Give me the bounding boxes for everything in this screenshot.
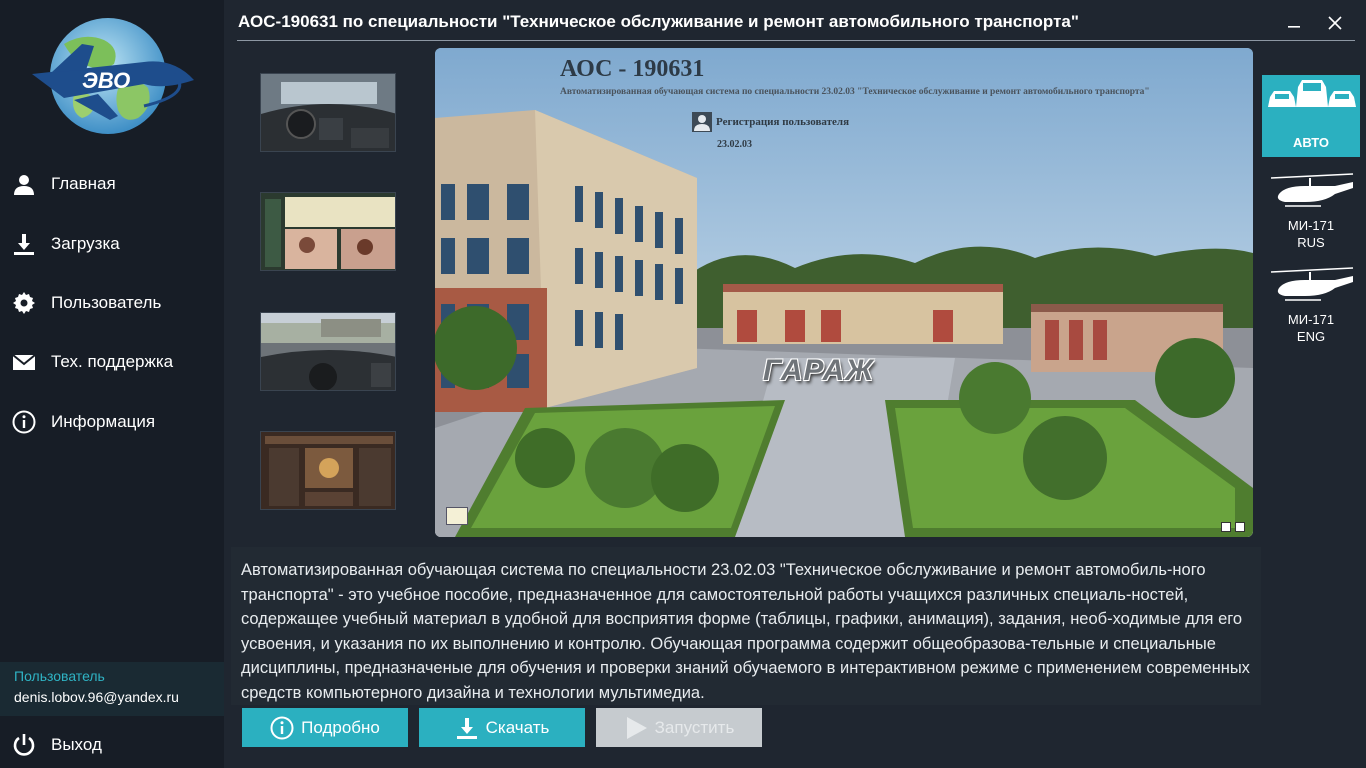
logout-label: Выход xyxy=(51,735,102,754)
user-icon xyxy=(11,171,37,197)
register-icon xyxy=(692,112,712,132)
minimize-icon xyxy=(1288,26,1300,28)
category-mi171-eng[interactable]: МИ-171 ENG xyxy=(1262,266,1360,346)
info-icon xyxy=(270,716,294,740)
preview-image: АОС - 190631 Автоматизированная обучающа… xyxy=(435,48,1253,537)
thumbnail-car-interior[interactable] xyxy=(260,73,396,152)
garage-label: ГАРАЖ xyxy=(763,354,875,387)
info-icon xyxy=(11,409,37,435)
preview-title: АОС - 190631 xyxy=(560,56,705,82)
preview-code: 23.02.03 xyxy=(717,139,752,150)
minimize-button[interactable] xyxy=(1283,12,1305,34)
nav-item-label: Тех. поддержка xyxy=(51,352,174,371)
category-auto-label: АВТО xyxy=(1292,135,1329,150)
logout-button[interactable]: Выход xyxy=(0,720,224,768)
nav-item-label: Загрузка xyxy=(51,234,120,253)
helicopter-icon xyxy=(1270,267,1354,301)
user-label: Пользователь xyxy=(14,668,105,684)
thumbnail-engine-diagram[interactable] xyxy=(260,431,396,510)
app-logo: ЭВО xyxy=(24,14,204,142)
run-label: Запустить xyxy=(654,717,735,737)
power-icon xyxy=(11,732,37,758)
download-icon xyxy=(11,231,37,257)
thumbnail-driving-sim[interactable] xyxy=(260,312,396,391)
download-label: Скачать xyxy=(485,717,550,737)
close-icon xyxy=(1328,16,1342,30)
nav-item-download[interactable]: Загрузка xyxy=(0,219,224,269)
thumbnail-first-aid[interactable] xyxy=(260,192,396,271)
details-label: Подробно xyxy=(301,717,380,737)
preview-subtitle: Автоматизированная обучающая система по … xyxy=(560,87,1150,97)
download-icon xyxy=(455,716,479,740)
title-divider xyxy=(237,40,1355,41)
preview-app-icon xyxy=(446,507,468,525)
preview-register-link: Регистрация пользователя xyxy=(692,112,849,132)
category-mi171-rus[interactable]: МИ-171 RUS xyxy=(1262,172,1360,252)
mail-icon xyxy=(11,349,37,375)
category-mi171-rus-sub: RUS xyxy=(1297,235,1325,250)
nav-item-label: Информация xyxy=(51,412,156,431)
gear-icon xyxy=(11,290,37,316)
preview-close-icon xyxy=(1235,522,1245,532)
cars-icon xyxy=(1268,80,1356,107)
run-button[interactable]: Запустить xyxy=(596,708,762,747)
current-user-panel: Пользователь denis.lobov.96@yandex.ru xyxy=(0,662,224,716)
category-mi171-rus-label: МИ-171 xyxy=(1287,218,1335,233)
register-label: Регистрация пользователя xyxy=(716,116,850,128)
category-mi171-eng-sub: ENG xyxy=(1296,329,1326,344)
helicopter-icon xyxy=(1270,173,1354,207)
category-mi171-eng-label: МИ-171 xyxy=(1287,312,1335,327)
details-button[interactable]: Подробно xyxy=(242,708,408,747)
user-email: denis.lobov.96@yandex.ru xyxy=(14,689,179,705)
nav-item-label: Пользователь xyxy=(51,293,162,312)
nav-item-label: Главная xyxy=(51,174,116,193)
window-title: АОС-190631 по специальности "Техническое… xyxy=(238,12,1079,31)
download-button[interactable]: Скачать xyxy=(419,708,585,747)
sidebar: ЭВО Главная Загрузка Пользователь Тех. п… xyxy=(0,0,224,768)
description-text: Автоматизированная обучающая система по … xyxy=(231,547,1261,705)
logo-text: ЭВО xyxy=(82,68,130,93)
category-auto[interactable]: АВТО xyxy=(1262,75,1360,157)
preview-minimize-icon xyxy=(1221,522,1231,532)
nav-item-home[interactable]: Главная xyxy=(0,159,224,209)
nav-item-support[interactable]: Тех. поддержка xyxy=(0,337,224,387)
play-icon xyxy=(624,716,648,740)
close-button[interactable] xyxy=(1324,12,1346,34)
nav-item-user[interactable]: Пользователь xyxy=(0,278,224,328)
nav-item-info[interactable]: Информация xyxy=(0,397,224,447)
